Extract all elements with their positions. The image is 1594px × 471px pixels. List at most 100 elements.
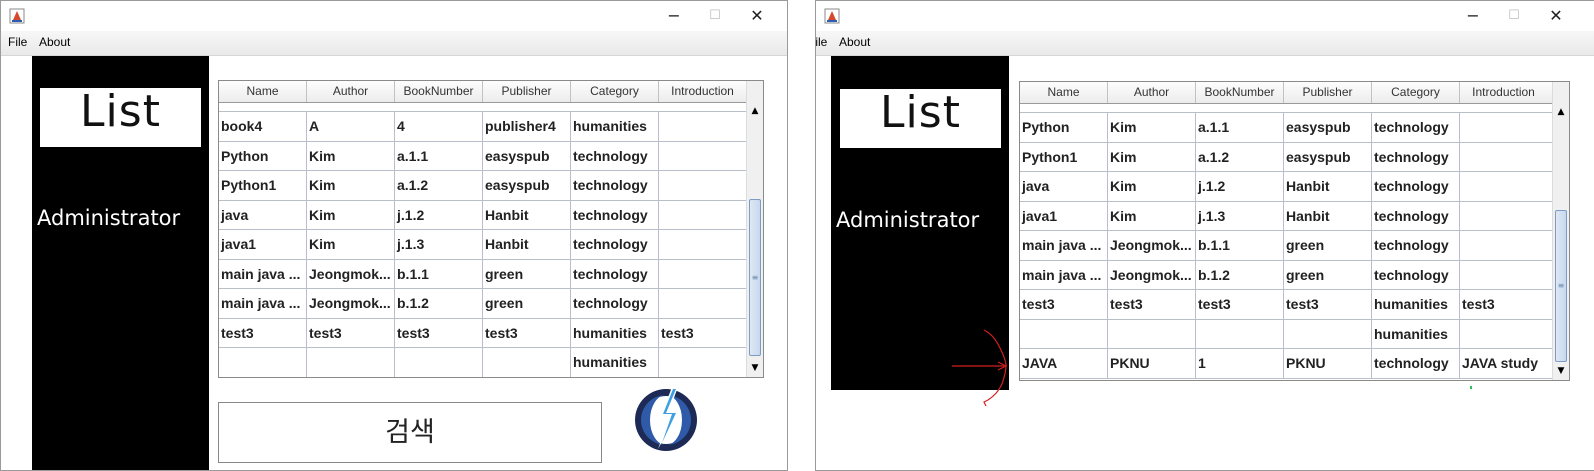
scrollbar-thumb[interactable]: ≡ (749, 199, 761, 356)
menu-about[interactable]: About (39, 35, 70, 49)
cell-introduction (659, 260, 746, 289)
table-row[interactable]: main java ... Jeongmok... b.1.1 green te… (219, 259, 747, 289)
scroll-down-arrow-icon[interactable]: ▼ (1553, 363, 1569, 380)
cell-category: technology (1372, 113, 1460, 142)
cell-author: PKNU (1108, 349, 1196, 378)
column-header-author[interactable]: Author (307, 81, 395, 102)
cell-author: Kim (1108, 113, 1196, 142)
column-header-name[interactable]: Name (1020, 82, 1108, 103)
scroll-down-arrow-icon[interactable]: ▼ (747, 360, 763, 377)
table-row[interactable]: test3 test3 test3 test3 humanities test3 (219, 318, 747, 348)
cell-introduction (659, 112, 746, 141)
cell-category: technology (571, 171, 659, 200)
cell-category: humanities (571, 318, 659, 347)
cell-author: A (307, 112, 395, 141)
app-logo-icon (635, 387, 697, 451)
cell-booknumber: j.1.2 (1196, 172, 1284, 201)
menu-about[interactable]: About (839, 35, 870, 49)
table-row[interactable]: main java ... Jeongmok... b.1.2 green te… (219, 289, 747, 319)
table-row[interactable]: java Kim j.1.2 Hanbit technology (1020, 172, 1553, 202)
cell-publisher: Hanbit (1284, 172, 1372, 201)
table-row[interactable]: java1 Kim j.1.3 Hanbit technology (219, 230, 747, 260)
menu-bar: File About (816, 31, 1594, 56)
cell-introduction (659, 348, 746, 377)
column-header-booknumber[interactable]: BookNumber (395, 81, 483, 102)
list-title: List (880, 87, 961, 138)
table-row[interactable]: Python Kim a.1.1 easyspub technology (219, 141, 747, 171)
table-row[interactable]: humanities (219, 348, 747, 377)
table-row[interactable]: test3 test3 test3 test3 humanities test3 (1020, 290, 1553, 320)
menu-file[interactable]: File (8, 35, 27, 49)
cell-category: technology (571, 200, 659, 229)
cell-author: Jeongmok... (1108, 260, 1196, 289)
menu-bar: File About (1, 31, 787, 56)
column-header-publisher[interactable]: Publisher (483, 81, 571, 102)
table-row[interactable]: JAVA PKNU 1 PKNU technology JAVA study (1020, 349, 1553, 379)
table-row[interactable]: main java ... Jeongmok... b.1.2 green te… (1020, 260, 1553, 290)
table-body: Python Kim a.1.1 easyspub technology Pyt… (1020, 104, 1553, 380)
column-header-introduction[interactable]: Introduction (659, 81, 746, 102)
cell-author: Jeongmok... (307, 259, 395, 288)
cell-author: Kim (307, 171, 395, 200)
column-header-publisher[interactable]: Publisher (1284, 82, 1372, 103)
table-row[interactable]: book4 A 4 publisher4 humanities (219, 112, 747, 142)
cell-author: Kim (307, 141, 395, 170)
minimize-icon[interactable]: − (663, 5, 685, 27)
cell-booknumber: j.1.3 (395, 230, 483, 259)
scrollbar-thumb[interactable]: ≡ (1555, 210, 1567, 362)
cell-name: Python1 (219, 171, 307, 200)
maximize-icon[interactable]: ☐ (704, 5, 726, 27)
cell-introduction (659, 142, 746, 171)
column-header-name[interactable]: Name (219, 81, 307, 102)
search-button[interactable]: 검색 (218, 402, 602, 463)
column-header-category[interactable]: Category (571, 81, 659, 102)
cell-introduction (1460, 143, 1547, 172)
cell-publisher: easyspub (1284, 142, 1372, 171)
cell-author: Kim (307, 230, 395, 259)
cell-introduction (659, 201, 746, 230)
cell-author (307, 348, 395, 377)
cell-booknumber: a.1.1 (395, 141, 483, 170)
cell-publisher: green (483, 289, 571, 318)
cell-category: technology (1372, 349, 1460, 378)
table-row[interactable]: java Kim j.1.2 Hanbit technology (219, 200, 747, 230)
close-icon[interactable]: ✕ (746, 5, 768, 27)
cell-name (1020, 319, 1108, 348)
column-header-introduction[interactable]: Introduction (1460, 82, 1547, 103)
minimize-icon[interactable]: − (1462, 5, 1484, 27)
table-row[interactable]: Python1 Kim a.1.2 easyspub technology (1020, 142, 1553, 172)
cell-booknumber: b.1.2 (395, 289, 483, 318)
vertical-scrollbar[interactable]: ▲ ≡ ▼ (1552, 82, 1569, 380)
table-row[interactable]: main java ... Jeongmok... b.1.1 green te… (1020, 231, 1553, 261)
cell-author (1108, 319, 1196, 348)
title-bar[interactable]: − ☐ ✕ (816, 1, 1594, 31)
cell-author: test3 (1108, 290, 1196, 319)
sidebar-panel: List Administrator (32, 56, 209, 470)
table-row[interactable]: humanities (1020, 319, 1553, 349)
maximize-icon[interactable]: ☐ (1503, 5, 1525, 27)
cell-introduction (1460, 172, 1547, 201)
cell-introduction: test3 (1462, 296, 1495, 312)
cell-category: humanities (1372, 319, 1460, 348)
cell-name: java1 (219, 230, 307, 259)
cell-introduction (659, 230, 746, 259)
scroll-up-arrow-icon[interactable]: ▲ (1553, 104, 1569, 121)
table-row[interactable]: Python Kim a.1.1 easyspub technology (1020, 113, 1553, 143)
cell-author: Kim (1108, 172, 1196, 201)
cell-name: Python1 (1020, 142, 1108, 171)
cell-introduction (1460, 113, 1547, 142)
scroll-up-arrow-icon[interactable]: ▲ (747, 103, 763, 120)
cell-category: technology (571, 230, 659, 259)
column-header-author[interactable]: Author (1108, 82, 1196, 103)
table-row[interactable]: Python1 Kim a.1.2 easyspub technology (219, 171, 747, 201)
close-icon[interactable]: ✕ (1545, 5, 1567, 27)
title-bar[interactable]: − ☐ ✕ (1, 1, 787, 31)
table-row[interactable]: java1 Kim j.1.3 Hanbit technology (1020, 201, 1553, 231)
column-header-booknumber[interactable]: BookNumber (1196, 82, 1284, 103)
column-header-category[interactable]: Category (1372, 82, 1460, 103)
menu-file[interactable]: File (816, 35, 827, 49)
vertical-scrollbar[interactable]: ▲ ≡ ▼ (746, 81, 763, 377)
cell-name (219, 348, 307, 377)
books-table: Name Author BookNumber Publisher Categor… (218, 80, 764, 378)
cell-booknumber: a.1.2 (395, 171, 483, 200)
